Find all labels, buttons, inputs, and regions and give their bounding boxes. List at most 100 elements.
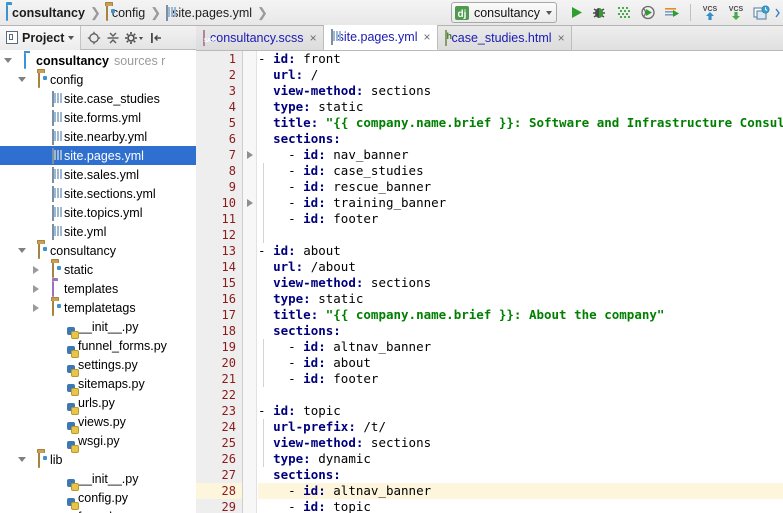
project-panel-toolbar (81, 29, 164, 47)
code-line[interactable]: - id: front (258, 51, 783, 67)
code-editor[interactable]: 1 2 3 4 5 6 7 8 9 10 11 12 13 14 15 16 17 18 19 20 21 22 23 24 2… (196, 51, 783, 513)
code-line[interactable] (258, 227, 783, 243)
project-tab[interactable]: Project (0, 25, 82, 50)
line-number: 23 (221, 404, 236, 418)
vcs-history-button[interactable] (751, 3, 771, 23)
tree-item[interactable]: consultancy sources r (0, 51, 196, 70)
chevron-right-icon[interactable] (28, 303, 43, 312)
breadcrumb-item-consultancy[interactable]: consultancy (6, 4, 85, 21)
tree-item[interactable]: lib (0, 450, 196, 469)
close-icon[interactable]: × (557, 31, 565, 45)
fold-gutter[interactable] (243, 51, 257, 513)
run-button[interactable] (566, 3, 586, 23)
more-toolbar-button[interactable] (775, 3, 781, 23)
vcs-commit-button[interactable]: VCS (725, 3, 747, 23)
tree-item[interactable]: consultancy (0, 241, 196, 260)
tree-item[interactable]: site.forms.yml (0, 108, 196, 127)
tree-item[interactable]: templatetags (0, 298, 196, 317)
tree-item[interactable]: urls.py (0, 393, 196, 415)
tree-item[interactable]: config (0, 70, 196, 89)
code-line[interactable]: - id: altnav_banner (258, 339, 783, 355)
breadcrumb-item-config[interactable]: config (105, 4, 145, 21)
code-line[interactable]: - id: training_banner (258, 195, 783, 211)
tree-item[interactable]: funnel_forms.py (0, 336, 196, 358)
tree-item[interactable]: site.sales.yml (0, 165, 196, 184)
attach-button[interactable] (662, 3, 682, 23)
close-icon[interactable]: × (309, 31, 317, 45)
tree-item[interactable]: funnel.py (0, 507, 196, 513)
line-number: 4 (228, 100, 236, 114)
code-line[interactable]: type: dynamic (258, 451, 783, 467)
code-token: "{{ company.name.brief }}: Software and … (325, 115, 783, 130)
tree-item-selected[interactable]: site.pages.yml (0, 146, 196, 165)
run-configuration-selector[interactable]: dj consultancy (450, 2, 557, 23)
tree-item[interactable]: site.yml (0, 222, 196, 241)
code-line[interactable]: url: /about (258, 259, 783, 275)
code-line[interactable]: view-method: sections (258, 275, 783, 291)
fold-toggle-icon[interactable] (243, 147, 256, 163)
locate-button[interactable] (85, 29, 102, 47)
code-line[interactable]: view-method: sections (258, 83, 783, 99)
tree-item[interactable]: site.nearby.yml (0, 127, 196, 146)
code-line[interactable]: sections: (258, 131, 783, 147)
hide-button[interactable] (147, 29, 164, 47)
code-line[interactable]: - id: about (258, 355, 783, 371)
editor-tab-site-pages-yml[interactable]: site.pages.yml × (323, 25, 438, 50)
code-line[interactable] (258, 387, 783, 403)
code-line[interactable]: - id: topic (258, 403, 783, 419)
editor-tab-label: site.pages.yml (337, 30, 418, 44)
breadcrumb-item-site-pages-yml[interactable]: site.pages.yml (166, 4, 252, 21)
tree-item[interactable]: static (0, 260, 196, 279)
tree-item[interactable]: wsgi.py (0, 431, 196, 453)
chevron-right-icon[interactable] (28, 284, 43, 293)
chevron-down-icon[interactable] (14, 248, 29, 253)
close-icon[interactable]: × (422, 30, 430, 44)
settings-button[interactable] (123, 29, 145, 47)
tree-item[interactable]: settings.py (0, 355, 196, 377)
fold-toggle-icon[interactable] (243, 195, 256, 211)
code-line[interactable]: - id: footer (258, 371, 783, 387)
tree-item[interactable]: site.case_studies (0, 89, 196, 108)
code-line[interactable]: - id: nav_banner (258, 147, 783, 163)
code-line[interactable]: view-method: sections (258, 435, 783, 451)
code-line[interactable]: sections: (258, 323, 783, 339)
editor-tab-case-studies-html[interactable]: case_studies.html × (437, 26, 572, 50)
code-token: type (273, 99, 304, 114)
code-content[interactable]: - id: front url: / view-method: sections… (258, 51, 783, 513)
vcs-update-button[interactable]: VCS (699, 3, 721, 23)
code-line[interactable]: type: static (258, 291, 783, 307)
tree-item[interactable]: __init__.py (0, 317, 196, 339)
coverage-button[interactable] (614, 3, 634, 23)
chevron-down-icon[interactable] (14, 77, 29, 82)
tree-item[interactable]: config.py (0, 488, 196, 510)
code-line[interactable]: - id: footer (258, 211, 783, 227)
chevron-right-icon[interactable] (28, 265, 43, 274)
collapse-all-button[interactable] (104, 29, 121, 47)
editor-tab-consultancy-scss[interactable]: consultancy.scss × (196, 26, 324, 50)
code-line[interactable]: - id: about (258, 243, 783, 259)
code-line[interactable]: title: "{{ company.name.brief }}: Softwa… (258, 115, 783, 131)
tree-item[interactable]: site.sections.yml (0, 184, 196, 203)
code-token: : (295, 67, 311, 82)
debug-button[interactable] (590, 3, 610, 23)
chevron-down-icon[interactable] (14, 457, 29, 462)
tree-item[interactable]: views.py (0, 412, 196, 434)
tree-item[interactable]: sitemaps.py (0, 374, 196, 396)
code-line[interactable]: type: static (258, 99, 783, 115)
project-tree[interactable]: consultancy sources r config site.case_stud… (0, 51, 196, 513)
code-line[interactable]: - id: altnav_banner (258, 483, 783, 499)
chevron-down-icon[interactable] (0, 58, 15, 63)
tree-item[interactable]: __init__.py (0, 469, 196, 491)
code-line[interactable]: url-prefix: /t/ (258, 419, 783, 435)
code-line[interactable]: - id: topic (258, 499, 783, 513)
code-line[interactable]: sections: (258, 467, 783, 483)
chevron-down-icon[interactable] (68, 35, 75, 40)
tree-item[interactable]: templates (0, 279, 196, 298)
profile-button[interactable] (638, 3, 658, 23)
code-line[interactable]: title: "{{ company.name.brief }}: About … (258, 307, 783, 323)
code-line[interactable]: - id: rescue_banner (258, 179, 783, 195)
chevron-down-icon[interactable] (546, 10, 552, 15)
code-line[interactable]: - id: case_studies (258, 163, 783, 179)
code-line[interactable]: url: / (258, 67, 783, 83)
tree-item[interactable]: site.topics.yml (0, 203, 196, 222)
